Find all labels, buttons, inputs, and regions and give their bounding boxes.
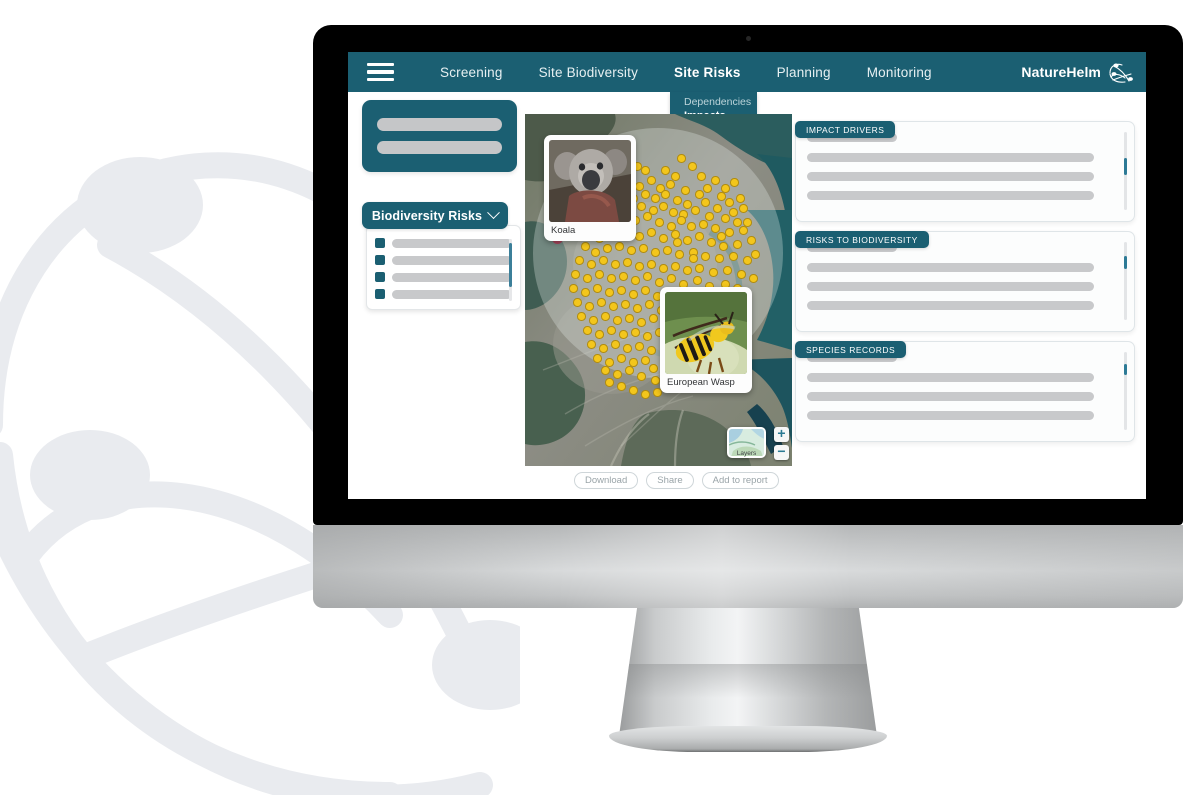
panel-title: IMPACT DRIVERS bbox=[806, 124, 885, 135]
checkbox-filled-icon[interactable] bbox=[375, 255, 385, 265]
list-item[interactable] bbox=[375, 289, 512, 299]
panel-title: RISKS TO BIODIVERSITY bbox=[806, 234, 918, 245]
panel-tab[interactable]: IMPACT DRIVERS bbox=[795, 121, 896, 138]
nav-item-planning[interactable]: Planning bbox=[759, 65, 849, 80]
panel-scrollbar[interactable] bbox=[1123, 132, 1127, 210]
panel-row-placeholder bbox=[807, 373, 1094, 382]
panel-row-placeholder bbox=[807, 263, 1094, 272]
biodiversity-risks-header[interactable]: Biodiversity Risks bbox=[362, 202, 508, 229]
checkbox-filled-icon[interactable] bbox=[375, 238, 385, 248]
risks-scrollbar[interactable] bbox=[509, 239, 512, 301]
hamburger-menu-icon[interactable] bbox=[367, 63, 394, 81]
koala-photo bbox=[549, 140, 631, 222]
naturehelm-network-leaf-icon bbox=[1109, 63, 1133, 83]
biodiversity-risks-list bbox=[366, 225, 521, 310]
zoom-in-button[interactable]: + bbox=[774, 426, 789, 442]
panel-row-placeholder bbox=[807, 153, 1094, 162]
list-item[interactable] bbox=[375, 272, 512, 282]
monitor-base bbox=[313, 525, 1183, 608]
map-layers-button[interactable]: Layers bbox=[727, 427, 766, 458]
panel-risks-to-biodiversity: RISKS TO BIODIVERSITY bbox=[795, 231, 1135, 332]
nav-item-site-risks[interactable]: Site Risks bbox=[656, 65, 759, 80]
panel-title: SPECIES RECORDS bbox=[806, 344, 896, 355]
dropdown-item-dependencies[interactable]: Dependencies bbox=[670, 95, 757, 109]
chevron-down-icon[interactable] bbox=[487, 206, 500, 220]
list-item-placeholder bbox=[392, 238, 512, 248]
map-zoom-controls: + − bbox=[774, 426, 789, 460]
brand-name: NatureHelm bbox=[1021, 64, 1101, 80]
download-button[interactable]: Download bbox=[574, 472, 639, 489]
zoom-out-button[interactable]: − bbox=[774, 444, 789, 460]
monitor-stand-foot bbox=[609, 726, 887, 752]
european-wasp-photo bbox=[665, 292, 747, 374]
top-navigation-bar: Screening Site Biodiversity Site Risks P… bbox=[348, 52, 1146, 92]
panel-scrollbar[interactable] bbox=[1123, 352, 1127, 430]
list-item[interactable] bbox=[375, 255, 512, 265]
panel-row-placeholder bbox=[807, 301, 1094, 310]
brand-logo[interactable]: NatureHelm bbox=[1021, 52, 1134, 92]
nav-item-site-biodiversity[interactable]: Site Biodiversity bbox=[521, 65, 656, 80]
nav-links: Screening Site Biodiversity Site Risks P… bbox=[422, 65, 950, 80]
nav-item-screening[interactable]: Screening bbox=[422, 65, 521, 80]
checkbox-filled-icon[interactable] bbox=[375, 272, 385, 282]
summary-placeholder-bar bbox=[377, 118, 502, 131]
page-root: Screening Site Biodiversity Site Risks P… bbox=[0, 0, 1200, 800]
panel-tab[interactable]: SPECIES RECORDS bbox=[795, 341, 907, 358]
checkbox-filled-icon[interactable] bbox=[375, 289, 385, 299]
panel-tab[interactable]: RISKS TO BIODIVERSITY bbox=[795, 231, 929, 248]
panel-species-records: SPECIES RECORDS bbox=[795, 341, 1135, 442]
panel-row-placeholder bbox=[807, 392, 1094, 401]
add-to-report-button[interactable]: Add to report bbox=[701, 472, 779, 489]
species-callout-wasp[interactable]: European Wasp bbox=[660, 287, 752, 393]
callout-label: Koala bbox=[551, 225, 576, 236]
biodiversity-risks-panel: Biodiversity Risks bbox=[362, 202, 521, 310]
species-map[interactable]: Koala European Wasp Layers + − bbox=[525, 114, 792, 466]
share-button[interactable]: Share bbox=[646, 472, 694, 489]
panel-row-placeholder bbox=[807, 282, 1094, 291]
webcam-icon bbox=[745, 36, 751, 41]
callout-label: European Wasp bbox=[667, 377, 735, 388]
biodiversity-risks-title: Biodiversity Risks bbox=[371, 208, 483, 223]
nav-item-monitoring[interactable]: Monitoring bbox=[849, 65, 950, 80]
list-item-placeholder bbox=[392, 272, 512, 282]
right-panels: IMPACT DRIVERS RISKS TO BIODIVERSITY SPE… bbox=[795, 112, 1135, 451]
panel-impact-drivers: IMPACT DRIVERS bbox=[795, 121, 1135, 222]
panel-row-placeholder bbox=[807, 191, 1094, 200]
summary-placeholder-bar bbox=[377, 141, 502, 154]
sidebar-summary-card bbox=[362, 100, 517, 172]
panel-row-placeholder bbox=[807, 411, 1094, 420]
panel-row-placeholder bbox=[807, 172, 1094, 181]
app-screen: Screening Site Biodiversity Site Risks P… bbox=[348, 52, 1146, 499]
monitor-stand-neck bbox=[619, 608, 877, 736]
list-item-placeholder bbox=[392, 289, 512, 299]
map-layers-label: Layers bbox=[736, 450, 757, 457]
map-action-buttons: Download Share Add to report bbox=[574, 472, 779, 489]
list-item[interactable] bbox=[375, 238, 512, 248]
panel-scrollbar[interactable] bbox=[1123, 242, 1127, 320]
summary-card[interactable] bbox=[362, 100, 517, 172]
list-item-placeholder bbox=[392, 255, 512, 265]
species-callout-koala[interactable]: Koala bbox=[544, 135, 636, 241]
